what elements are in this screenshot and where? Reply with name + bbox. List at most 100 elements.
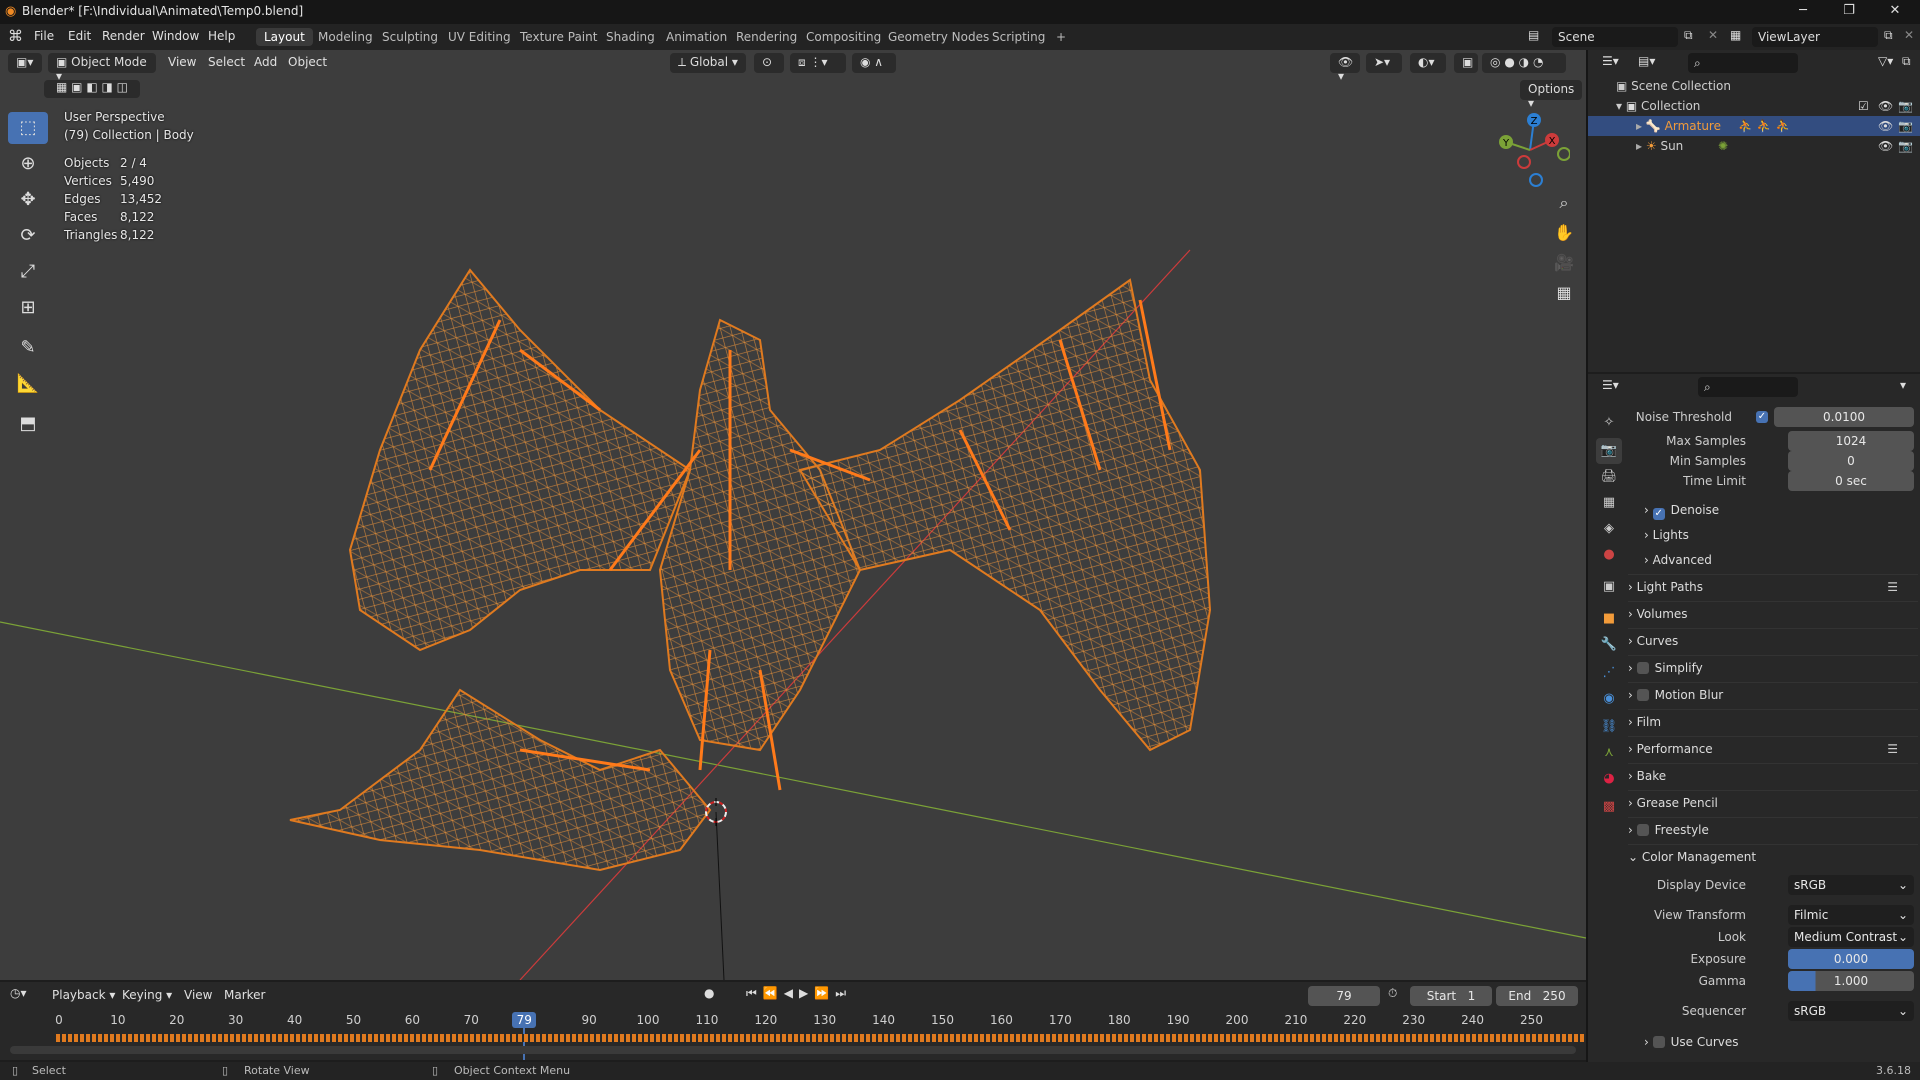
expand-arrow-icon[interactable]: ▸ — [1636, 119, 1642, 133]
collection-tab-icon[interactable]: ▣ — [1596, 574, 1622, 600]
outliner-item-armature[interactable]: ▸ 🦴 Armature ⛹ ⛹ ⛹ 👁 📷 — [1588, 116, 1920, 136]
scene-field[interactable]: Scene — [1552, 27, 1678, 47]
3d-viewport[interactable]: ▣▾ ▣ Object Mode ▾ View Select Add Objec… — [0, 50, 1586, 980]
next-keyframe-icon[interactable]: ⏩ — [814, 986, 835, 1000]
outliner-editor-icon[interactable]: ☰▾ — [1602, 54, 1619, 68]
object-tab-icon[interactable]: ■ — [1596, 606, 1622, 632]
viewport-menu-view[interactable]: View — [168, 55, 196, 69]
menu-edit[interactable]: Edit — [68, 29, 91, 43]
view-transform-dropdown[interactable]: Filmic ⌄ — [1788, 905, 1914, 925]
exposure-slider[interactable]: 0.000 — [1788, 949, 1914, 969]
tab-layout[interactable]: Layout — [256, 28, 313, 46]
denoise-checkbox[interactable]: ✓ — [1652, 508, 1665, 520]
outliner-search-input[interactable]: ⌕ — [1688, 53, 1798, 73]
section-freestyle[interactable]: › Freestyle — [1628, 817, 1918, 841]
camera-view-icon[interactable]: 🎥 — [1551, 250, 1577, 276]
visibility-icon[interactable]: 👁▾ — [1330, 53, 1360, 83]
cursor-tool-icon[interactable]: ⊕ — [8, 148, 48, 180]
tab-texture-paint[interactable]: Texture Paint — [512, 28, 605, 46]
denoise-subpanel[interactable]: › ✓ Denoise — [1644, 498, 1918, 522]
frame-ruler[interactable]: 0 10 20 30 40 50 60 70 90 100 110 120 130 140 150 160 17… — [0, 1012, 1586, 1030]
visibility-eye-icon[interactable]: 👁 — [1878, 96, 1893, 116]
section-volumes[interactable]: › Volumes — [1628, 601, 1918, 625]
expand-arrow-icon[interactable]: ▸ — [1636, 139, 1642, 153]
section-light-paths[interactable]: › Light Paths ☰ — [1628, 574, 1918, 598]
menu-render[interactable]: Render — [102, 29, 145, 43]
properties-search-input[interactable]: ⌕ — [1698, 377, 1798, 397]
start-frame-field[interactable]: Start 1 — [1410, 986, 1492, 1006]
scene-icon[interactable]: ▤ — [1528, 28, 1539, 42]
visibility-eye-icon[interactable]: 👁 — [1878, 136, 1893, 156]
presets-list-icon[interactable]: ☰ — [1887, 737, 1898, 761]
tab-uv-editing[interactable]: UV Editing — [440, 28, 519, 46]
world-tab-icon[interactable]: ● — [1596, 542, 1622, 568]
timeline-editor-icon[interactable]: ◷▾ — [10, 986, 27, 1000]
editor-type-icon[interactable]: ▣▾ — [8, 53, 42, 73]
navigation-gizmo[interactable]: Z X Y — [1490, 110, 1570, 190]
modifier-tab-icon[interactable]: 🔧 — [1596, 632, 1622, 658]
viewport-menu-add[interactable]: Add — [254, 55, 277, 69]
current-frame-field[interactable]: 79 — [1308, 986, 1380, 1006]
end-frame-field[interactable]: End 250 — [1496, 986, 1578, 1006]
filter-icon[interactable]: ▽▾ — [1878, 54, 1893, 68]
new-scene-icon[interactable]: ⧉ — [1684, 28, 1693, 43]
scale-tool-icon[interactable]: ⤢ — [8, 256, 48, 288]
pan-hand-icon[interactable]: ✋ — [1551, 220, 1577, 246]
wireframe-shading-icon[interactable]: ◎ — [1490, 55, 1500, 69]
simplify-checkbox[interactable] — [1636, 662, 1649, 674]
prev-keyframe-icon[interactable]: ⏪ — [763, 986, 784, 1000]
record-icon[interactable]: ● — [704, 986, 714, 1000]
menu-file[interactable]: File — [34, 29, 54, 43]
tab-modeling[interactable]: Modeling — [310, 28, 381, 46]
tab-animation[interactable]: Animation — [658, 28, 735, 46]
jump-end-icon[interactable]: ⏭ — [835, 986, 852, 1000]
timeline-scrollbar[interactable] — [10, 1046, 1576, 1054]
section-simplify[interactable]: › Simplify — [1628, 655, 1918, 679]
presets-list-icon[interactable]: ☰ — [1887, 575, 1898, 599]
options-dropdown[interactable]: Options ▾ — [1520, 80, 1582, 110]
use-curves-subpanel[interactable]: › Use Curves — [1644, 1030, 1918, 1054]
look-dropdown[interactable]: Medium Contrast ⌄ — [1788, 927, 1914, 947]
snap-icon[interactable]: ⧈ ⋮▾ — [790, 53, 846, 73]
render-tab-icon[interactable]: 📷 — [1596, 438, 1622, 464]
noise-threshold-field[interactable]: 0.0100 — [1774, 407, 1914, 427]
overlay-toggle-icon[interactable]: ◐▾ — [1410, 53, 1446, 73]
tab-geometry-nodes[interactable]: Geometry Nodes — [880, 28, 997, 46]
timeline-menu-playback[interactable]: Playback ▾ — [52, 988, 115, 1002]
timeline-menu-keying[interactable]: Keying ▾ — [122, 988, 172, 1002]
playback-controls[interactable]: ⏮⏪◀▶⏩⏭ — [746, 986, 852, 1001]
timeline-menu-marker[interactable]: Marker — [224, 988, 265, 1002]
tab-scripting[interactable]: Scripting — [984, 28, 1053, 46]
section-color-management[interactable]: ⌄ Color Management — [1628, 844, 1918, 868]
lights-subpanel[interactable]: › Lights — [1644, 523, 1918, 547]
transform-tool-icon[interactable]: ⊞ — [8, 292, 48, 324]
output-tab-icon[interactable]: 🖨 — [1596, 464, 1622, 490]
measure-tool-icon[interactable]: 📐 — [8, 368, 48, 400]
viewport-menu-object[interactable]: Object — [288, 55, 327, 69]
view-layer-field[interactable]: ViewLayer — [1752, 27, 1878, 47]
select-mode-buttons[interactable]: ▦ ▣ ◧ ◨ ◫ — [44, 80, 140, 98]
solid-shading-icon[interactable]: ● — [1504, 55, 1514, 69]
keyframe-strip[interactable] — [56, 1034, 1584, 1042]
minimize-button[interactable]: ─ — [1780, 0, 1826, 24]
view-layer-tab-icon[interactable]: ▦ — [1596, 490, 1622, 516]
play-icon[interactable]: ▶ — [799, 986, 814, 1000]
menu-window[interactable]: Window — [152, 29, 199, 43]
render-camera-icon[interactable]: 📷 — [1898, 136, 1913, 156]
tab-compositing[interactable]: Compositing — [798, 28, 889, 46]
menu-help[interactable]: Help — [208, 29, 235, 43]
motion-blur-checkbox[interactable] — [1636, 689, 1649, 701]
constraints-tab-icon[interactable]: ⛓ — [1596, 714, 1622, 740]
physics-tab-icon[interactable]: ◉ — [1596, 686, 1622, 712]
zoom-icon[interactable]: ⌕ — [1551, 190, 1577, 216]
remove-view-layer-icon[interactable]: ✕ — [1904, 28, 1914, 42]
eagle-mesh[interactable] — [289, 268, 1212, 872]
mode-dropdown[interactable]: ▣ Object Mode ▾ — [48, 53, 156, 83]
close-button[interactable]: ✕ — [1872, 0, 1918, 24]
select-box-tool-icon[interactable]: ⬚ — [8, 112, 48, 144]
tab-rendering[interactable]: Rendering — [728, 28, 805, 46]
properties-editor-icon[interactable]: ☰▾ — [1602, 378, 1619, 392]
min-samples-field[interactable]: 0 — [1788, 451, 1914, 471]
section-grease-pencil[interactable]: › Grease Pencil — [1628, 790, 1918, 814]
tab-shading[interactable]: Shading — [598, 28, 663, 46]
